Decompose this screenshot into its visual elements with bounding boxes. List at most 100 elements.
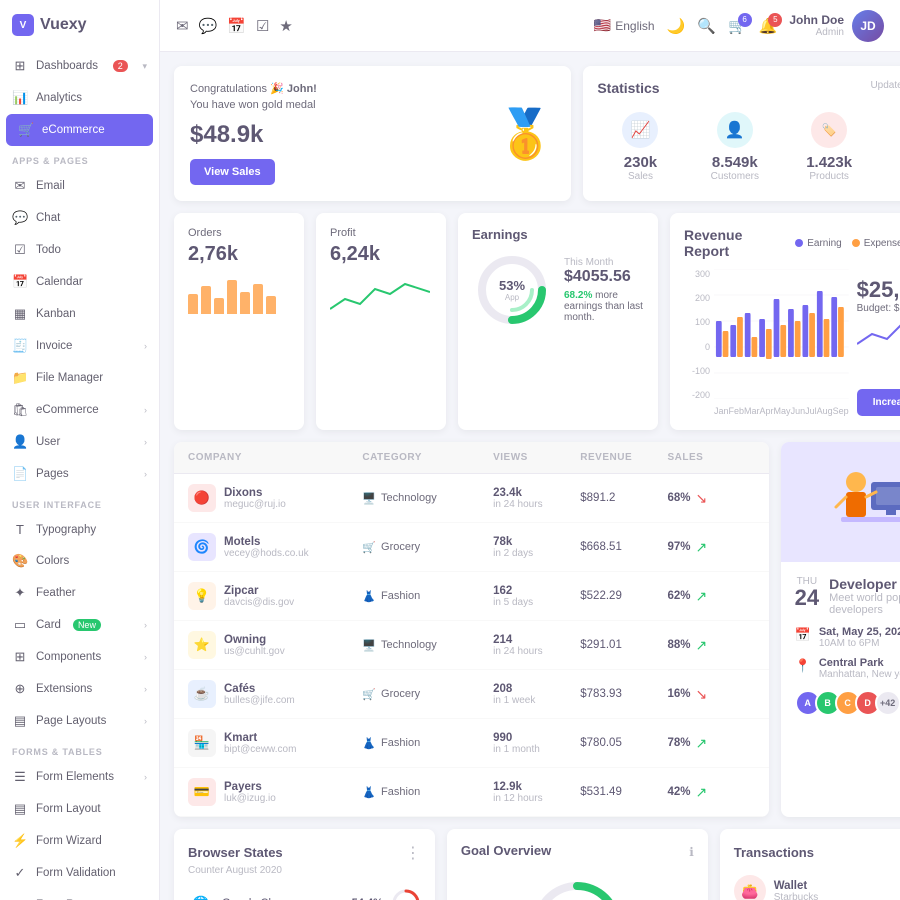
calendar-header-icon[interactable]: 📅 <box>227 17 246 35</box>
revenue-cell: $531.49 <box>580 786 667 798</box>
sidebar-item-form-repeater[interactable]: ⟳ Form Repeater <box>0 889 159 900</box>
revenue-cell: $783.93 <box>580 688 667 700</box>
profit-label: Profit <box>330 227 432 239</box>
avatar: JD <box>852 10 884 42</box>
stats-grid: 📈 230k Sales 👤 8.549k Customers 🏷️ 1.423… <box>597 112 900 182</box>
language-label: English <box>615 19 654 33</box>
donut-container: 83% <box>527 876 627 900</box>
company-info: Kmart bipt@ceww.com <box>224 732 296 755</box>
company-logo: 🏪 <box>188 729 216 757</box>
sidebar-item-components[interactable]: ⊞ Components › <box>0 641 159 673</box>
cart-btn[interactable]: 🛒 6 <box>728 17 747 35</box>
sales-cell: 88%↗ <box>667 637 754 654</box>
orders-bar-chart <box>188 274 290 314</box>
logo-area[interactable]: V Vuexy <box>0 0 159 50</box>
header-right: 🇺🇸 English 🌙 🔍 🛒 6 🔔 5 John Doe Admin JD <box>594 10 884 42</box>
customers-label: Customers <box>692 171 778 182</box>
event-time-info: Sat, May 25, 2020 10AM to 6PM <box>819 626 900 649</box>
info-icon[interactable]: ℹ <box>689 845 694 859</box>
sidebar-item-extensions[interactable]: ⊕ Extensions › <box>0 673 159 705</box>
company-info: Dixons meguc@ruj.io <box>224 487 286 510</box>
browser-states-card: Browser States ⋮ Counter August 2020 🌐 G… <box>174 829 435 900</box>
views-cell: 214in 24 hours <box>493 634 580 657</box>
moon-icon[interactable]: 🌙 <box>667 17 686 35</box>
user-menu[interactable]: John Doe Admin JD <box>789 10 884 42</box>
earning-legend: Earning <box>795 238 841 249</box>
company-logo: ☕ <box>188 680 216 708</box>
view-sales-button[interactable]: View Sales <box>190 159 275 185</box>
orders-label: Orders <box>188 227 290 239</box>
sales-value: 230k <box>597 154 683 171</box>
sidebar-item-chat[interactable]: 💬 Chat <box>0 202 159 234</box>
company-logo: 🌀 <box>188 533 216 561</box>
table-header: COMPANY CATEGORY VIEWS REVENUE SALES <box>174 442 769 474</box>
sidebar-item-form-elements[interactable]: ☰ Form Elements › <box>0 761 159 793</box>
sidebar-item-email[interactable]: ✉ Email <box>0 170 159 202</box>
trend-up-icon: ↗ <box>695 784 707 801</box>
browser-header: Browser States ⋮ <box>188 843 421 863</box>
sidebar-item-invoice[interactable]: 🧾 Invoice › <box>0 330 159 362</box>
header-icons: ✉ 💬 📅 ☑ ★ <box>176 17 293 35</box>
earnings-donut: 53% App <box>472 250 552 330</box>
sidebar-item-ecommerce2[interactable]: 🛍 eCommerce › <box>0 394 159 426</box>
bar <box>253 284 263 314</box>
revenue-legend: Earning Expense <box>795 238 900 249</box>
revenue-title: Revenue Report <box>684 227 783 259</box>
chrome-icon: 🌐 <box>188 890 214 900</box>
revenue-cell: $891.2 <box>580 492 667 504</box>
sidebar-item-colors[interactable]: 🎨 Colors <box>0 545 159 577</box>
sidebar-item-ecommerce[interactable]: 🛒 eCommerce <box>6 114 153 146</box>
header: ✉ 💬 📅 ☑ ★ 🇺🇸 English 🌙 🔍 🛒 6 🔔 5 <box>160 0 900 52</box>
sidebar-item-feather[interactable]: ✦ Feather <box>0 577 159 609</box>
event-location-detail: 📍 Central Park Manhattan, New york City <box>795 657 900 680</box>
row3: COMPANY CATEGORY VIEWS REVENUE SALES 🔴 D… <box>174 442 900 817</box>
chart-with-axis: 3002001000-100-200 <box>684 269 849 416</box>
sidebar-item-form-layout[interactable]: ▤ Form Layout <box>0 793 159 825</box>
message-icon[interactable]: 💬 <box>199 17 218 35</box>
search-icon[interactable]: 🔍 <box>697 17 716 35</box>
donut-label: 53% App <box>499 278 525 302</box>
notif-btn[interactable]: 🔔 5 <box>759 17 778 35</box>
sidebar-item-file-manager[interactable]: 📁 File Manager <box>0 362 159 394</box>
category-cell: 👗Fashion <box>362 786 493 799</box>
company-cell: ☕ Cafés bulles@jife.com <box>188 680 362 708</box>
sidebar-item-page-layouts[interactable]: ▤ Page Layouts › <box>0 705 159 737</box>
language-selector[interactable]: 🇺🇸 English <box>594 17 655 34</box>
stat-products: 🏷️ 1.423k Products <box>786 112 872 182</box>
sidebar-item-pages[interactable]: 📄 Pages › <box>0 458 159 490</box>
increase-budget-button[interactable]: Increase Budget <box>857 389 900 416</box>
sidebar-item-analytics[interactable]: 📊 Analytics <box>0 82 159 114</box>
sidebar-item-user[interactable]: 👤 User › <box>0 426 159 458</box>
revenue-side: $25,852 Budget: $6,800 Increase Budget <box>857 269 900 416</box>
sidebar-item-typography[interactable]: T Typography <box>0 514 159 545</box>
stat-customers: 👤 8.549k Customers <box>692 112 778 182</box>
form-wizard-icon: ⚡ <box>12 833 28 849</box>
col-company: COMPANY <box>188 452 362 463</box>
earnings-month-value: $4055.56 <box>564 268 644 286</box>
goal-header: Goal Overview ℹ <box>461 843 694 860</box>
sidebar-item-card[interactable]: ▭ Card New › <box>0 609 159 641</box>
pages-icon: 📄 <box>12 466 28 482</box>
user-role: Admin <box>789 27 844 38</box>
bar <box>240 292 250 314</box>
sidebar-item-dashboards[interactable]: ⊞ Dashboards 2 ▾ <box>0 50 159 82</box>
sidebar-item-form-wizard[interactable]: ⚡ Form Wizard <box>0 825 159 857</box>
sidebar-item-calendar[interactable]: 📅 Calendar <box>0 266 159 298</box>
mail-icon[interactable]: ✉ <box>176 17 189 35</box>
sidebar-item-form-validation[interactable]: ✓ Form Validation <box>0 857 159 889</box>
revenue-cell: $668.51 <box>580 541 667 553</box>
avatar-more: +42 <box>875 690 900 716</box>
sidebar-item-todo[interactable]: ☑ Todo <box>0 234 159 266</box>
views-cell: 162in 5 days <box>493 585 580 608</box>
more-icon[interactable]: ⋮ <box>405 843 421 863</box>
goal-donut-svg <box>527 876 627 900</box>
section-ui-label: USER INTERFACE <box>0 490 159 514</box>
sidebar-item-kanban[interactable]: ▦ Kanban <box>0 298 159 330</box>
calendar-icon: 📅 <box>12 274 28 290</box>
form-layout-icon: ▤ <box>12 801 28 817</box>
task-icon[interactable]: ☑ <box>256 17 269 35</box>
stats-updated: Updated 1 month ago <box>870 80 900 91</box>
kanban-icon: ▦ <box>12 306 28 322</box>
company-cell: 🏪 Kmart bipt@ceww.com <box>188 729 362 757</box>
star-icon[interactable]: ★ <box>279 17 292 35</box>
